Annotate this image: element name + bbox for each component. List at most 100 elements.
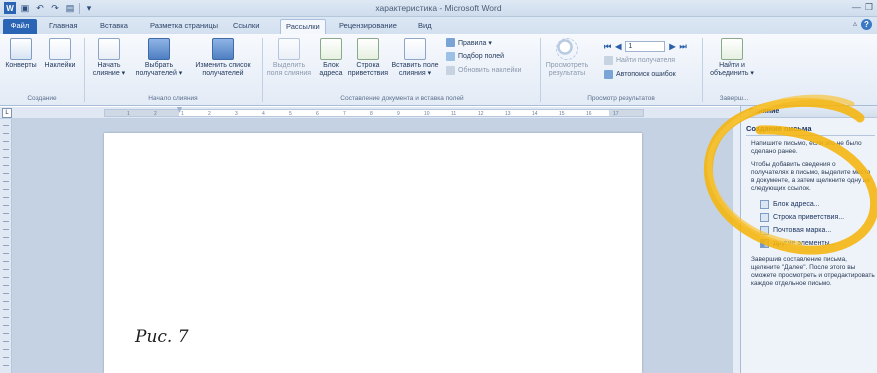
help-icon[interactable]: ?: [861, 19, 872, 30]
highlight-fields-button[interactable]: Выделить поля слияния: [264, 38, 314, 78]
highlight-fields-label-2: поля слияния: [266, 70, 312, 77]
restore-icon[interactable]: ❐: [865, 2, 873, 13]
next-record-icon[interactable]: ▶: [669, 42, 675, 51]
select-recipients-label-2: получателей ▾: [135, 70, 183, 77]
ruler-tick-label: 17: [613, 111, 619, 117]
envelopes-button[interactable]: Конверты: [2, 38, 40, 70]
update-labels-label: Обновить наклейки: [458, 67, 522, 74]
update-labels-icon: [446, 66, 455, 75]
ruler-tick-label: 11: [451, 111, 457, 117]
vertical-ruler-tick: [3, 341, 9, 342]
tab-mailings[interactable]: Рассылки: [280, 19, 326, 34]
first-record-icon[interactable]: ⏮: [604, 42, 611, 52]
vertical-ruler-tick: [3, 197, 9, 198]
labels-label: Наклейки: [44, 62, 76, 69]
address-block-link-icon: [760, 200, 769, 209]
greeting-line-button[interactable]: Строка приветствия: [346, 38, 390, 78]
minimize-icon[interactable]: —: [852, 2, 861, 13]
postage-link[interactable]: Почтовая марка...: [746, 224, 875, 237]
select-recipients-button[interactable]: Выбрать получателей ▾: [132, 38, 186, 78]
vertical-ruler-tick: [3, 357, 9, 358]
vertical-scrollbar[interactable]: [732, 119, 740, 373]
match-fields-button[interactable]: Подбор полей: [446, 52, 504, 61]
tab-insert[interactable]: Вставка: [95, 19, 133, 34]
finish-merge-button[interactable]: Найти и объединить ▾: [705, 38, 759, 78]
labels-icon: [49, 38, 71, 60]
find-recipient-icon: [604, 56, 613, 65]
greeting-line-link-label: Строка приветствия...: [773, 214, 845, 221]
vertical-ruler-tick: [3, 293, 9, 294]
edit-recipients-label-1: Изменить список: [195, 62, 251, 69]
vertical-ruler-tick: [3, 325, 9, 326]
tab-references[interactable]: Ссылки: [228, 19, 264, 34]
minimize-ribbon-icon[interactable]: ▵: [853, 19, 857, 28]
pane-heading: Создание письма: [746, 124, 875, 136]
more-items-link[interactable]: Другие элементы...: [746, 237, 875, 250]
insert-merge-field-button[interactable]: Вставить поле слияния ▾: [390, 38, 440, 78]
tab-home[interactable]: Главная: [44, 19, 83, 34]
tab-layout[interactable]: Разметка страницы: [145, 19, 223, 34]
record-number-input[interactable]: 1: [625, 41, 666, 52]
rules-label: Правила ▾: [458, 39, 492, 47]
tab-review[interactable]: Рецензирование: [334, 19, 402, 34]
update-labels-button[interactable]: Обновить наклейки: [446, 66, 521, 75]
find-recipient-button[interactable]: Найти получателя: [604, 56, 675, 65]
vertical-ruler-tick: [3, 205, 9, 206]
preview-results-button[interactable]: Просмотреть результаты: [543, 38, 591, 78]
vertical-ruler-tick: [3, 333, 9, 334]
vertical-ruler-tick: [3, 317, 9, 318]
vertical-ruler-tick: [3, 309, 9, 310]
ruler-tick-label: 9: [397, 111, 400, 117]
address-block-button[interactable]: Блок адреса: [316, 38, 346, 78]
start-merge-button[interactable]: Начать слияние ▾: [88, 38, 130, 78]
vertical-ruler-tick: [3, 181, 9, 182]
vertical-ruler-tick: [3, 253, 9, 254]
ruler-tick-label: 1: [127, 111, 130, 117]
ribbon-tabs: Файл Главная Вставка Разметка страницы С…: [0, 17, 877, 34]
vertical-ruler-tick: [3, 189, 9, 190]
vertical-ruler-tick: [3, 221, 9, 222]
previous-record-icon[interactable]: ◀: [615, 42, 621, 51]
pane-title: Слияние: [749, 108, 780, 115]
group-label-preview: Просмотр результатов: [587, 95, 655, 102]
tab-file[interactable]: Файл: [3, 19, 37, 34]
ruler-tick-label: 1: [181, 111, 184, 117]
window-controls: — ❐: [852, 2, 873, 13]
greeting-line-link[interactable]: Строка приветствия...: [746, 211, 875, 224]
group-label-create: Создание: [27, 95, 57, 102]
postage-link-label: Почтовая марка...: [773, 227, 832, 234]
vertical-ruler-tick: [3, 229, 9, 230]
tab-selector[interactable]: L: [2, 108, 12, 118]
more-items-link-icon: [760, 239, 769, 248]
ruler-tick-label: 2: [208, 111, 211, 117]
ruler-tick-label: 5: [289, 111, 292, 117]
check-errors-icon: [604, 70, 613, 79]
tab-view[interactable]: Вид: [413, 19, 437, 34]
rules-button[interactable]: Правила ▾: [446, 38, 492, 47]
more-items-link-label: Другие элементы...: [773, 240, 836, 247]
last-record-icon[interactable]: ⏭: [680, 42, 687, 52]
address-block-link[interactable]: Блок адреса...: [746, 198, 875, 211]
horizontal-ruler[interactable]: 1 2 1 2 3 4 5 6 7 8 9 10 11 12 13 14 15 16 17: [104, 107, 644, 117]
ruler-tick-label: 6: [316, 111, 319, 117]
vertical-ruler-tick: [3, 237, 9, 238]
vertical-ruler-tick: [3, 157, 9, 158]
greeting-line-label-2: приветствия: [347, 70, 389, 77]
start-merge-icon: [98, 38, 120, 60]
match-fields-icon: [446, 52, 455, 61]
labels-button[interactable]: Наклейки: [40, 38, 80, 70]
group-separator: [702, 38, 703, 102]
highlight-fields-icon: [278, 38, 300, 60]
window-title: характеристика - Microsoft Word: [375, 3, 502, 13]
vertical-ruler-tick: [3, 149, 9, 150]
vertical-ruler-tick: [3, 301, 9, 302]
edit-recipients-button[interactable]: Изменить список получателей: [188, 38, 258, 78]
address-block-icon: [320, 38, 342, 60]
ruler-tick-label: 10: [424, 111, 430, 117]
vertical-ruler-tick: [3, 349, 9, 350]
ruler-tick-label: 2: [154, 111, 157, 117]
envelope-icon: [10, 38, 32, 60]
vertical-ruler[interactable]: [0, 119, 12, 373]
start-merge-label-2: слияние ▾: [92, 70, 126, 77]
auto-check-errors-button[interactable]: Автопоиск ошибок: [604, 70, 676, 79]
